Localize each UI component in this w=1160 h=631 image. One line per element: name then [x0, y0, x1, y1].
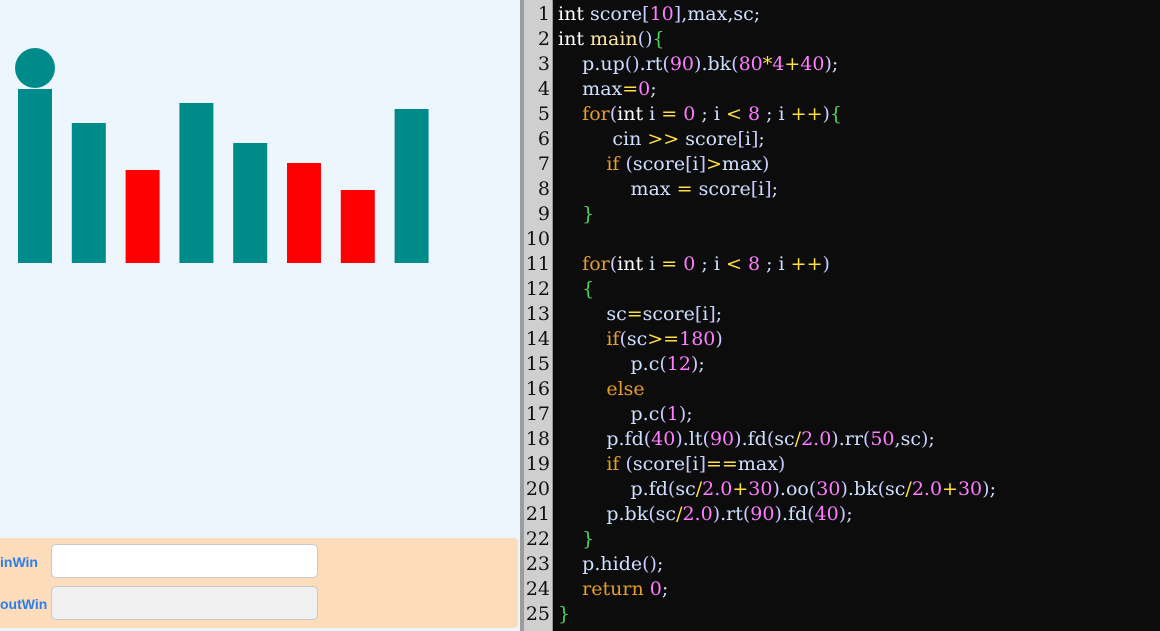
line-number: 8: [537, 178, 550, 200]
code-text[interactable]: }: [558, 202, 594, 227]
inwin-label: inWin: [0, 554, 38, 570]
line-number: 13: [525, 303, 550, 325]
bar-8: [394, 109, 429, 263]
bar-3: [125, 170, 160, 263]
code-text[interactable]: for(int i = 0 ; i < 8 ; i ++){: [558, 102, 842, 127]
code-text[interactable]: p.fd(sc/2.0+30).oo(30).bk(sc/2.0+30);: [558, 477, 996, 502]
outwin-label: outWin: [0, 596, 48, 612]
code-text[interactable]: p.c(12);: [558, 352, 704, 377]
max-marker-circle: [15, 48, 55, 88]
line-number: 11: [525, 253, 550, 275]
code-text[interactable]: else: [558, 377, 644, 402]
line-number: 25: [525, 603, 550, 625]
line-number: 14: [525, 328, 550, 350]
code-text[interactable]: }: [558, 527, 594, 552]
code-text[interactable]: p.hide();: [558, 552, 663, 577]
line-number: 7: [537, 153, 550, 175]
bar-1: [18, 89, 52, 263]
code-text[interactable]: {: [558, 277, 594, 302]
line-number: 12: [525, 278, 550, 300]
code-text[interactable]: cin >> score[i];: [558, 127, 764, 152]
code-editor[interactable]: 1 int score[10],max,sc; 2 int main(){ 3 p.up…: [524, 0, 1160, 631]
line-number: 19: [525, 453, 550, 475]
code-text[interactable]: int score[10],max,sc;: [558, 2, 760, 27]
turtle-canvas: [15, 48, 429, 263]
code-text[interactable]: }: [558, 602, 570, 627]
line-number: 3: [537, 53, 550, 75]
code-text[interactable]: max=0;: [558, 77, 656, 102]
inwin-textarea[interactable]: [51, 544, 318, 578]
line-number: 20: [525, 478, 550, 500]
bar-2: [71, 123, 106, 263]
code-text[interactable]: sc=score[i];: [558, 302, 722, 327]
line-number: 2: [537, 28, 550, 50]
line-number: 22: [525, 528, 550, 550]
code-text[interactable]: return 0;: [558, 577, 668, 602]
line-number: 5: [537, 103, 550, 125]
canvas-panel: inWin outWin: [0, 0, 520, 631]
line-number: 21: [525, 503, 550, 525]
line-number: 1: [537, 3, 550, 25]
code-text[interactable]: if (score[i]==max): [558, 452, 785, 477]
line-number: 17: [525, 403, 550, 425]
io-panel: inWin outWin: [0, 538, 518, 628]
outwin-textarea[interactable]: [51, 586, 318, 620]
line-number: 16: [525, 378, 550, 400]
line-number: 15: [525, 353, 550, 375]
code-text[interactable]: for(int i = 0 ; i < 8 ; i ++): [558, 252, 830, 277]
line-number: 9: [537, 203, 550, 225]
code-text[interactable]: int main(){: [558, 27, 665, 52]
code-text[interactable]: if (score[i]>max): [558, 152, 769, 177]
line-number: 6: [537, 128, 550, 150]
bar-6: [287, 163, 321, 263]
line-number: 18: [525, 428, 550, 450]
code-text[interactable]: if(sc>=180): [558, 327, 722, 352]
code-text[interactable]: p.bk(sc/2.0).rt(90).fd(40);: [558, 502, 852, 527]
code-text[interactable]: p.fd(40).lt(90).fd(sc/2.0).rr(50,sc);: [558, 427, 934, 452]
line-number: 4: [537, 78, 550, 100]
bar-7: [340, 190, 375, 263]
code-text[interactable]: p.up().rt(90).bk(80*4+40);: [558, 52, 838, 77]
code-text[interactable]: max = score[i];: [558, 177, 778, 202]
line-number: 10: [525, 228, 550, 250]
bar-5: [233, 143, 268, 263]
bar-4: [179, 103, 214, 263]
code-text[interactable]: p.c(1);: [558, 402, 692, 427]
line-number: 23: [525, 553, 550, 575]
line-number: 24: [525, 578, 550, 600]
